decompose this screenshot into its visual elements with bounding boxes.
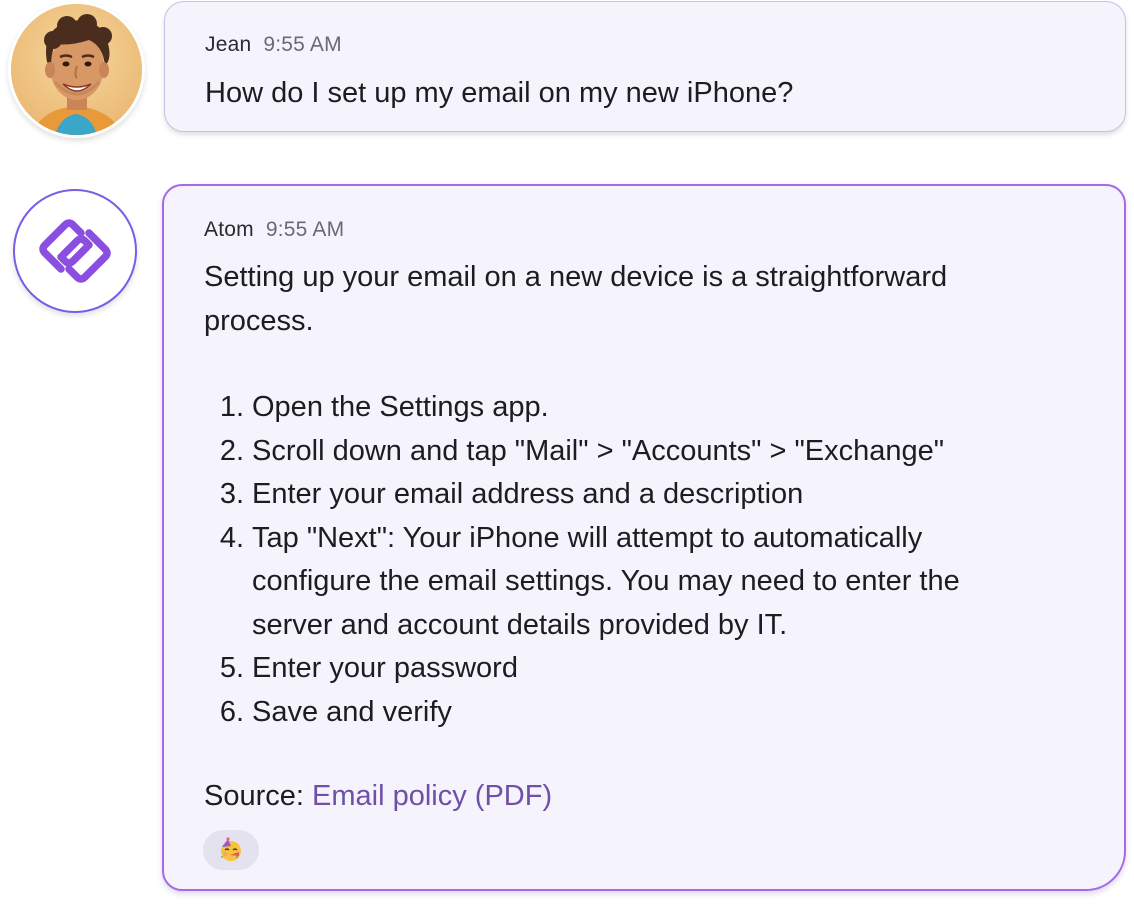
reaction-button[interactable]	[203, 830, 259, 870]
user-avatar-jean[interactable]	[8, 1, 145, 138]
step-text: Enter your email address and a descripti…	[252, 478, 804, 510]
atom-logo-icon	[39, 219, 111, 283]
source-line: Source: Email policy (PDF)	[204, 774, 552, 818]
source-label: Source:	[204, 780, 304, 812]
intro-line: Setting up your email on a new device is…	[204, 261, 948, 293]
step-text: Scroll down and tap "Mail" > "Accounts" …	[252, 434, 945, 467]
step-text: Tap "Next": Your iPhone will attempt to …	[252, 521, 923, 554]
steps-list: 1. Open the Settings app. 2. Scroll down…	[204, 386, 1084, 734]
step-item: 4. Tap "Next": Your iPhone will attempt …	[204, 517, 1084, 648]
step-item: 6. Save and verify	[204, 691, 1084, 735]
message-meta: Jean 9:55 AM	[205, 33, 342, 57]
partying-face-emoji-icon	[221, 837, 241, 861]
step-number: 3.	[219, 478, 244, 510]
step-number: 4.	[219, 521, 244, 554]
message-time: 9:55 AM	[263, 33, 342, 56]
step-text: Enter your password	[252, 652, 518, 684]
step-text: Open the Settings app.	[252, 391, 549, 423]
message-intro: Setting up your email on a new device is…	[204, 255, 947, 343]
step-text: server and account details provided by I…	[252, 608, 788, 641]
step-item: 2. Scroll down and tap "Mail" > "Account…	[204, 430, 1084, 474]
step-text: configure the email settings. You may ne…	[252, 565, 960, 597]
source-link[interactable]: Email policy (PDF)	[312, 780, 552, 812]
intro-line: process.	[204, 305, 314, 337]
step-item: 3. Enter your email address and a descri…	[204, 473, 1084, 517]
step-number: 6.	[219, 695, 244, 728]
bot-avatar-atom[interactable]	[13, 189, 137, 313]
step-item: 1. Open the Settings app.	[204, 386, 1084, 430]
step-text: Save and verify	[252, 695, 452, 728]
message-text: How do I set up my email on my new iPhon…	[205, 77, 794, 109]
sender-name: Jean	[205, 33, 252, 56]
user-photo	[11, 4, 142, 135]
message-meta: Atom 9:55 AM	[204, 218, 344, 242]
step-number: 1.	[219, 391, 244, 423]
step-number: 5.	[219, 652, 244, 684]
step-number: 2.	[219, 434, 244, 467]
step-item: 5. Enter your password	[204, 647, 1084, 691]
message-time: 9:55 AM	[265, 218, 345, 241]
bot-message-bubble: Atom 9:55 AM Setting up your email on a n…	[162, 184, 1126, 891]
sender-name: Atom	[204, 218, 254, 241]
user-message-bubble: Jean 9:55 AM How do I set up my email on …	[164, 1, 1126, 132]
